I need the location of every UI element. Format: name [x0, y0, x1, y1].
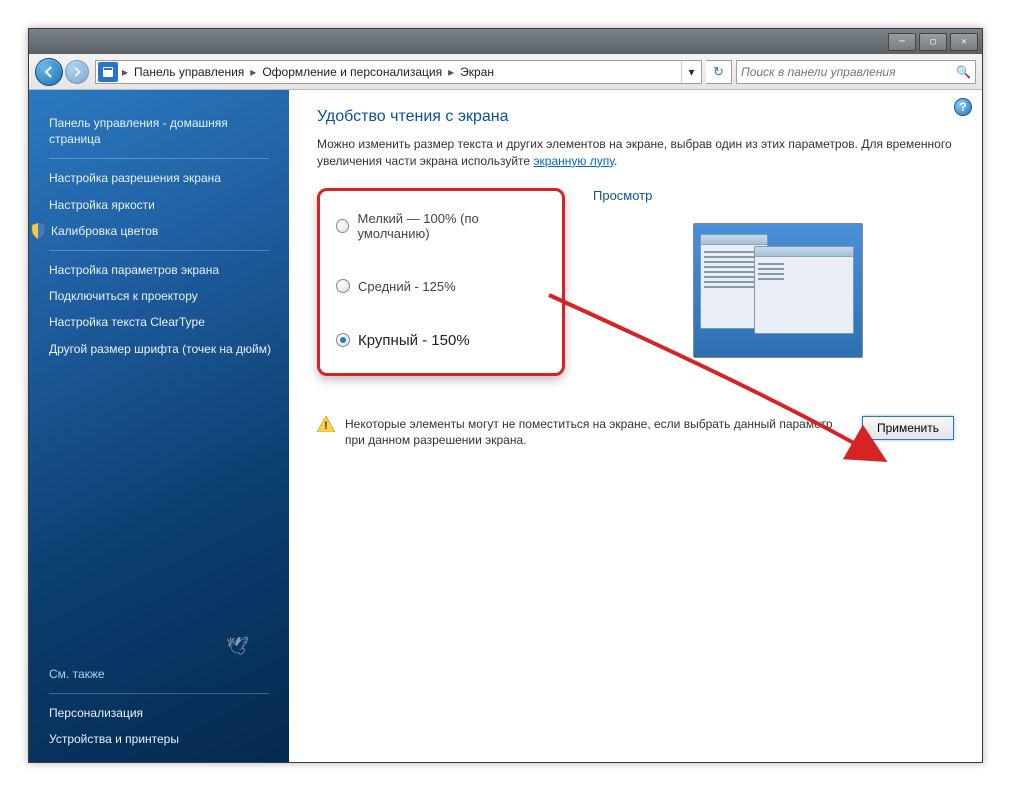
radio-icon	[336, 279, 350, 293]
back-button[interactable]	[35, 58, 63, 86]
radio-label: Средний - 125%	[358, 279, 456, 294]
maximize-button[interactable]: ▢	[919, 33, 947, 51]
sidebar-home-link[interactable]: Панель управления - домашняя страница	[49, 110, 289, 152]
refresh-button[interactable]: ↻	[706, 60, 732, 84]
minimize-button[interactable]: ─	[888, 33, 916, 51]
close-button[interactable]: ✕	[950, 33, 978, 51]
radio-icon	[336, 219, 349, 233]
address-dropdown[interactable]: ▾	[681, 61, 701, 83]
breadcrumb-item[interactable]: Экран	[456, 65, 498, 79]
radio-large[interactable]: Крупный - 150%	[336, 332, 546, 349]
sidebar-item-projector[interactable]: Подключиться к проектору	[49, 283, 289, 309]
control-panel-window: ─ ▢ ✕ ▸ Панель управления ▸ Оформление и…	[28, 28, 983, 763]
see-also-label: См. также	[49, 667, 289, 681]
titlebar: ─ ▢ ✕	[29, 29, 982, 54]
preview-label: Просмотр	[593, 188, 954, 203]
main-content: ? Удобство чтения с экрана Можно изменит…	[289, 90, 982, 762]
apply-button[interactable]: Применить	[862, 416, 954, 440]
help-icon[interactable]: ?	[954, 98, 972, 116]
warning-row: ! Некоторые элементы могут не поместитьс…	[317, 416, 954, 450]
page-description: Можно изменить размер текста и других эл…	[317, 136, 954, 170]
bird-icon: 🕊	[226, 636, 249, 657]
control-panel-icon	[98, 62, 118, 82]
radio-label: Крупный - 150%	[358, 332, 470, 349]
radio-label: Мелкий — 100% (по умолчанию)	[357, 211, 546, 241]
sidebar-item-display-settings[interactable]: Настройка параметров экрана	[49, 257, 289, 283]
chevron-right-icon: ▸	[120, 65, 130, 79]
sidebar-item-brightness[interactable]: Настройка яркости	[49, 192, 289, 218]
radio-medium[interactable]: Средний - 125%	[336, 279, 546, 294]
svg-text:!: !	[324, 420, 328, 432]
forward-button[interactable]	[65, 60, 89, 84]
sidebar-item-custom-dpi[interactable]: Другой размер шрифта (точек на дюйм)	[49, 336, 289, 362]
dpi-options-group: Мелкий — 100% (по умолчанию) Средний - 1…	[317, 188, 565, 376]
sidebar-item-cleartype[interactable]: Настройка текста ClearType	[49, 309, 289, 335]
breadcrumb-item[interactable]: Панель управления	[130, 65, 248, 79]
arrow-right-icon	[72, 67, 82, 77]
breadcrumb-item[interactable]: Оформление и персонализация	[258, 65, 446, 79]
separator	[49, 250, 269, 251]
warning-text: Некоторые элементы могут не поместиться …	[345, 416, 842, 450]
sidebar: Панель управления - домашняя страница На…	[29, 90, 289, 762]
chevron-right-icon: ▸	[248, 65, 258, 79]
preview-image	[693, 223, 863, 358]
chevron-right-icon: ▸	[446, 65, 456, 79]
search-box[interactable]: 🔍	[736, 60, 976, 84]
search-input[interactable]	[741, 65, 956, 79]
warning-icon: !	[317, 416, 335, 432]
nav-bar: ▸ Панель управления ▸ Оформление и персо…	[29, 54, 982, 90]
radio-icon	[336, 333, 350, 347]
magnifier-link[interactable]: экранную лупу	[533, 154, 614, 168]
search-icon: 🔍	[956, 65, 971, 79]
sidebar-see-also-devices[interactable]: Устройства и принтеры	[49, 726, 289, 752]
page-title: Удобство чтения с экрана	[317, 108, 954, 126]
window-body: Панель управления - домашняя страница На…	[29, 90, 982, 762]
sidebar-item-resolution[interactable]: Настройка разрешения экрана	[49, 165, 289, 191]
sidebar-item-label: Калибровка цветов	[51, 223, 158, 239]
separator	[49, 693, 269, 694]
separator	[49, 158, 269, 159]
arrow-left-icon	[43, 66, 55, 78]
shield-icon	[31, 223, 45, 239]
address-bar[interactable]: ▸ Панель управления ▸ Оформление и персо…	[95, 60, 702, 84]
sidebar-item-calibration[interactable]: Калибровка цветов	[31, 218, 289, 244]
radio-small[interactable]: Мелкий — 100% (по умолчанию)	[336, 211, 546, 241]
sidebar-see-also-personalization[interactable]: Персонализация	[49, 700, 289, 726]
